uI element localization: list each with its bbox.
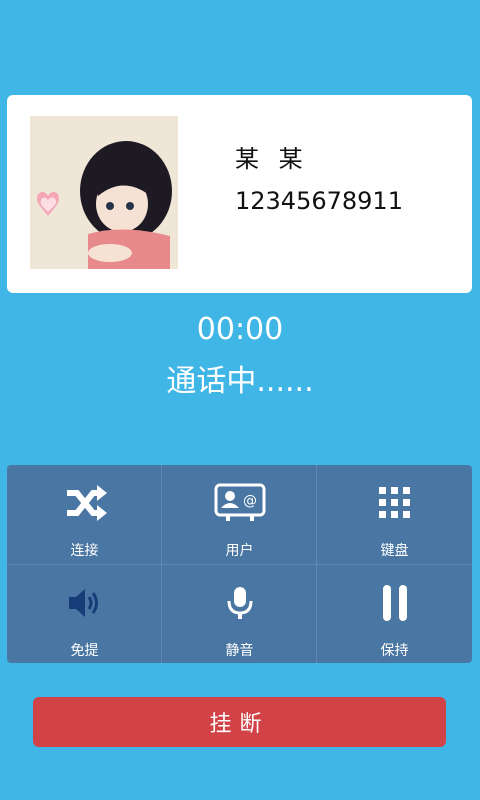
microphone-icon [226,583,254,623]
contact-card-icon: @ [214,483,266,523]
keypad-button[interactable]: 键盘 [317,465,472,564]
call-status: 通话中...... [166,364,314,399]
speaker-icon [67,583,103,623]
keypad-icon [377,483,413,523]
connect-button[interactable]: 连接 [7,465,162,564]
keypad-label: 键盘 [380,543,409,559]
contacts-button[interactable]: @ 用户 [162,465,317,564]
pause-icon [381,583,409,623]
shuffle-icon [63,483,107,523]
connect-label: 连接 [70,543,99,559]
hold-label: 保持 [380,643,409,659]
contact-name: 某 某 [235,145,309,173]
svg-text:@: @ [243,493,257,509]
hangup-button[interactable]: 挂断 [33,697,446,747]
avatar [30,116,178,269]
speaker-button[interactable]: 免提 [7,565,162,663]
contacts-label: 用户 [225,543,254,559]
mute-button[interactable]: 静音 [162,565,317,663]
contact-card: 某 某 12345678911 [7,95,472,293]
call-timer: 00:00 [196,312,284,347]
speaker-label: 免提 [70,643,99,659]
call-controls-grid: 连接 @ 用户 键盘 免提 静音 保持 [7,465,472,663]
hold-button[interactable]: 保持 [317,565,472,663]
phone-number: 12345678911 [235,187,403,215]
mute-label: 静音 [225,643,254,659]
